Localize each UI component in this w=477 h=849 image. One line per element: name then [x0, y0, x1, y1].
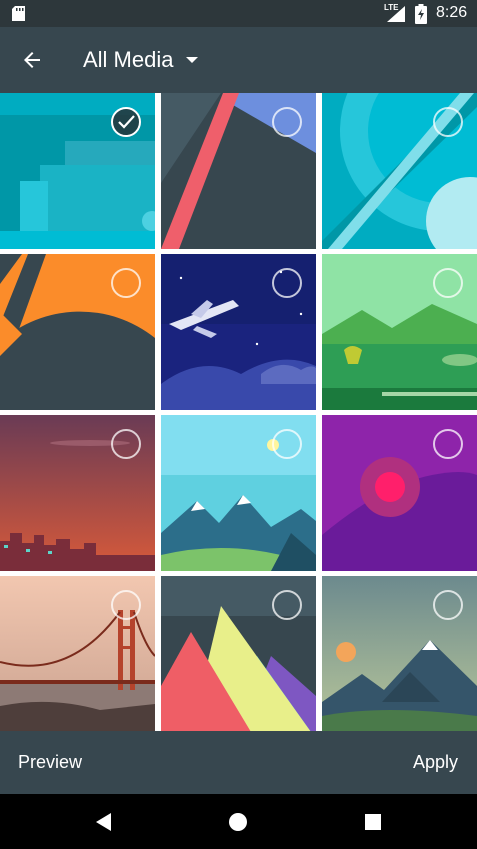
selection-circle-icon[interactable]: [433, 590, 463, 620]
battery-charging-icon: [415, 4, 427, 24]
selection-circle-icon[interactable]: [433, 268, 463, 298]
dropdown-arrow-icon[interactable]: [186, 57, 198, 63]
wallpaper-tile-purple-sun[interactable]: [322, 415, 477, 571]
nav-home-icon[interactable]: [227, 811, 249, 833]
signal-icon: [387, 6, 405, 22]
nav-recents-icon[interactable]: [362, 811, 384, 833]
selection-circle-icon[interactable]: [272, 429, 302, 459]
wallpaper-tile-orange-dark-arcs[interactable]: [0, 254, 155, 410]
media-filter-title[interactable]: All Media: [83, 47, 173, 73]
wallpaper-tile-red-dusk-city[interactable]: [0, 415, 155, 571]
wallpaper-tile-cyan-circle[interactable]: [322, 93, 477, 249]
back-arrow-icon[interactable]: [20, 48, 44, 72]
wallpaper-tile-night-airplane[interactable]: [161, 254, 316, 410]
selection-circle-icon[interactable]: [433, 429, 463, 459]
selection-circle-icon[interactable]: [111, 590, 141, 620]
wallpaper-tile-pastel-triangles[interactable]: [161, 576, 316, 731]
status-bar: LTE 8:26: [0, 0, 477, 27]
clock: 8:26: [436, 4, 468, 21]
wallpaper-tile-teal-steps[interactable]: [0, 93, 155, 249]
wallpaper-tile-golden-gate[interactable]: [0, 576, 155, 731]
wallpaper-tile-sky-mountains[interactable]: [161, 415, 316, 571]
bottom-action-bar: Preview Apply: [0, 731, 477, 794]
selection-circle-icon[interactable]: [433, 107, 463, 137]
wallpaper-tile-green-landscape[interactable]: [322, 254, 477, 410]
wallpaper-tile-slate-red-stripe[interactable]: [161, 93, 316, 249]
nav-back-icon[interactable]: [93, 811, 115, 833]
selection-check-icon[interactable]: [111, 107, 141, 137]
wallpaper-tile-mountain-sunset[interactable]: [322, 576, 477, 731]
selection-circle-icon[interactable]: [111, 268, 141, 298]
selection-circle-icon[interactable]: [111, 429, 141, 459]
preview-button[interactable]: Preview: [18, 752, 82, 773]
app-bar: All Media: [0, 27, 477, 93]
selection-circle-icon[interactable]: [272, 107, 302, 137]
system-navigation-bar: [0, 794, 477, 849]
apply-button[interactable]: Apply: [413, 752, 458, 773]
selection-circle-icon[interactable]: [272, 268, 302, 298]
wallpaper-grid: [0, 93, 477, 731]
sd-card-icon: [12, 6, 25, 21]
selection-circle-icon[interactable]: [272, 590, 302, 620]
